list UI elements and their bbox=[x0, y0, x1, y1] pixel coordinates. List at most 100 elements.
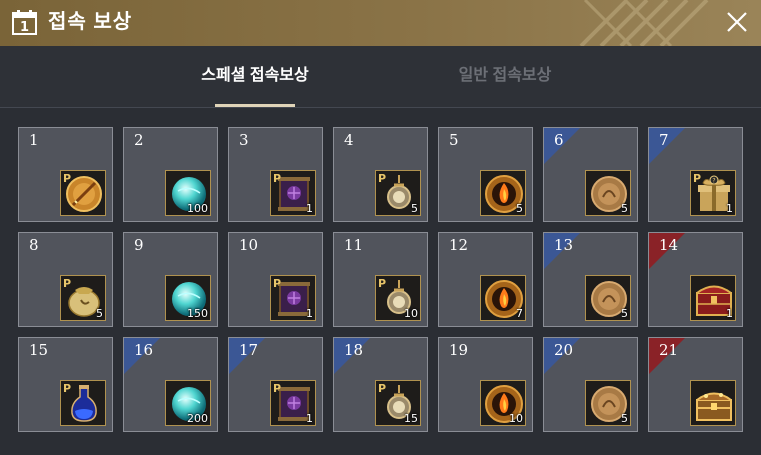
day-number: 4 bbox=[344, 131, 354, 149]
fire-emblem-icon[interactable]: 7 bbox=[480, 275, 526, 321]
fire-emblem-icon[interactable]: 10 bbox=[480, 380, 526, 426]
reward-day-21[interactable]: 21 bbox=[648, 337, 743, 432]
reward-day-2[interactable]: 2 100 bbox=[123, 127, 218, 222]
hanging-lantern-icon[interactable]: P 10 bbox=[375, 275, 421, 321]
reward-day-10[interactable]: 10 P 1 bbox=[228, 232, 323, 327]
item-quantity: 200 bbox=[187, 412, 208, 425]
premium-badge: P bbox=[63, 172, 72, 185]
tab-normal-login-reward[interactable]: 일반 접속보상 bbox=[445, 46, 565, 108]
fire-emblem-icon[interactable]: 5 bbox=[480, 170, 526, 216]
day-number: 14 bbox=[659, 236, 679, 254]
item-quantity: 5 bbox=[621, 412, 628, 425]
svg-text:?: ? bbox=[712, 178, 715, 185]
cyan-crystal-orb-icon[interactable]: 200 bbox=[165, 380, 211, 426]
day-number: 5 bbox=[449, 131, 459, 149]
day-number: 8 bbox=[29, 236, 39, 254]
calendar-digit: 1 bbox=[20, 20, 29, 35]
day-number: 18 bbox=[344, 341, 364, 359]
header-bar: 1 접속 보상 bbox=[0, 0, 761, 46]
reward-day-18[interactable]: 18 P 15 bbox=[333, 337, 428, 432]
day-number: 19 bbox=[449, 341, 469, 359]
item-quantity: 5 bbox=[621, 307, 628, 320]
cyan-crystal-orb-icon[interactable]: 150 bbox=[165, 275, 211, 321]
item-quantity: 150 bbox=[187, 307, 208, 320]
day-number: 9 bbox=[134, 236, 144, 254]
item-quantity: 5 bbox=[411, 202, 418, 215]
day-number: 12 bbox=[449, 236, 469, 254]
reward-day-4[interactable]: 4P5 bbox=[333, 127, 428, 222]
item-quantity: 7 bbox=[516, 307, 523, 320]
bronze-coin-icon[interactable]: 5 bbox=[585, 275, 631, 321]
premium-badge: P bbox=[63, 382, 72, 395]
day-number: 3 bbox=[239, 131, 249, 149]
reward-day-1[interactable]: 1P bbox=[18, 127, 113, 222]
reward-day-17[interactable]: 17 P 1 bbox=[228, 337, 323, 432]
reward-day-7[interactable]: 7? P 1 bbox=[648, 127, 743, 222]
day-number: 1 bbox=[29, 131, 39, 149]
golden-pouch-icon[interactable]: P5 bbox=[60, 275, 106, 321]
hanging-lantern-icon[interactable]: P 15 bbox=[375, 380, 421, 426]
day-number: 21 bbox=[659, 341, 679, 359]
potion-flask-icon[interactable]: P bbox=[60, 380, 106, 426]
day-number: 6 bbox=[554, 131, 564, 149]
premium-badge: P bbox=[273, 277, 282, 290]
reward-day-8[interactable]: 8P5 bbox=[18, 232, 113, 327]
premium-badge: P bbox=[378, 172, 387, 185]
item-quantity: 10 bbox=[404, 307, 418, 320]
item-quantity: 15 bbox=[404, 412, 418, 425]
day-number: 17 bbox=[239, 341, 259, 359]
item-quantity: 1 bbox=[726, 307, 733, 320]
reward-day-12[interactable]: 12 7 bbox=[438, 232, 533, 327]
item-quantity: 100 bbox=[187, 202, 208, 215]
reward-day-5[interactable]: 55 bbox=[438, 127, 533, 222]
golden-sword-medallion-icon[interactable]: P bbox=[60, 170, 106, 216]
reward-day-14[interactable]: 14 1 bbox=[648, 232, 743, 327]
purple-scroll-icon[interactable]: P1 bbox=[270, 170, 316, 216]
reward-day-6[interactable]: 65 bbox=[543, 127, 638, 222]
item-quantity: 5 bbox=[516, 202, 523, 215]
premium-badge: P bbox=[378, 277, 387, 290]
reward-day-16[interactable]: 16 200 bbox=[123, 337, 218, 432]
day-number: 7 bbox=[659, 131, 669, 149]
day-number: 16 bbox=[134, 341, 154, 359]
close-icon[interactable] bbox=[725, 10, 749, 34]
premium-badge: P bbox=[693, 172, 702, 185]
item-quantity: 1 bbox=[306, 307, 313, 320]
golden-chest-icon[interactable] bbox=[690, 380, 736, 426]
treasure-chest-icon[interactable]: 1 bbox=[690, 275, 736, 321]
calendar-icon: 1 bbox=[11, 9, 38, 36]
hanging-lantern-icon[interactable]: P5 bbox=[375, 170, 421, 216]
header-pattern bbox=[579, 0, 709, 46]
cyan-crystal-orb-icon[interactable]: 100 bbox=[165, 170, 211, 216]
reward-day-15[interactable]: 15 P bbox=[18, 337, 113, 432]
day-number: 15 bbox=[29, 341, 49, 359]
item-quantity: 5 bbox=[621, 202, 628, 215]
active-tab-underline bbox=[215, 104, 295, 107]
premium-badge: P bbox=[273, 172, 282, 185]
item-quantity: 1 bbox=[306, 202, 313, 215]
reward-day-19[interactable]: 19 10 bbox=[438, 337, 533, 432]
window-title: 접속 보상 bbox=[48, 11, 133, 33]
reward-day-9[interactable]: 9 150 bbox=[123, 232, 218, 327]
reward-day-20[interactable]: 20 5 bbox=[543, 337, 638, 432]
day-number: 13 bbox=[554, 236, 574, 254]
day-number: 11 bbox=[344, 236, 364, 254]
bronze-coin-icon[interactable]: 5 bbox=[585, 170, 631, 216]
purple-scroll-icon[interactable]: P1 bbox=[270, 380, 316, 426]
bronze-coin-icon[interactable]: 5 bbox=[585, 380, 631, 426]
reward-day-13[interactable]: 13 5 bbox=[543, 232, 638, 327]
purple-scroll-icon[interactable]: P1 bbox=[270, 275, 316, 321]
tab-bar: 스페셜 접속보상 일반 접속보상 bbox=[0, 46, 761, 108]
reward-day-3[interactable]: 3P1 bbox=[228, 127, 323, 222]
day-number: 10 bbox=[239, 236, 259, 254]
item-quantity: 1 bbox=[726, 202, 733, 215]
day-number: 2 bbox=[134, 131, 144, 149]
item-quantity: 10 bbox=[509, 412, 523, 425]
premium-badge: P bbox=[273, 382, 282, 395]
tab-special-login-reward[interactable]: 스페셜 접속보상 bbox=[195, 46, 315, 108]
day-number: 20 bbox=[554, 341, 574, 359]
gift-box-icon[interactable]: ? P 1 bbox=[690, 170, 736, 216]
premium-badge: P bbox=[63, 277, 72, 290]
item-quantity: 5 bbox=[96, 307, 103, 320]
reward-day-11[interactable]: 11 P 10 bbox=[333, 232, 428, 327]
